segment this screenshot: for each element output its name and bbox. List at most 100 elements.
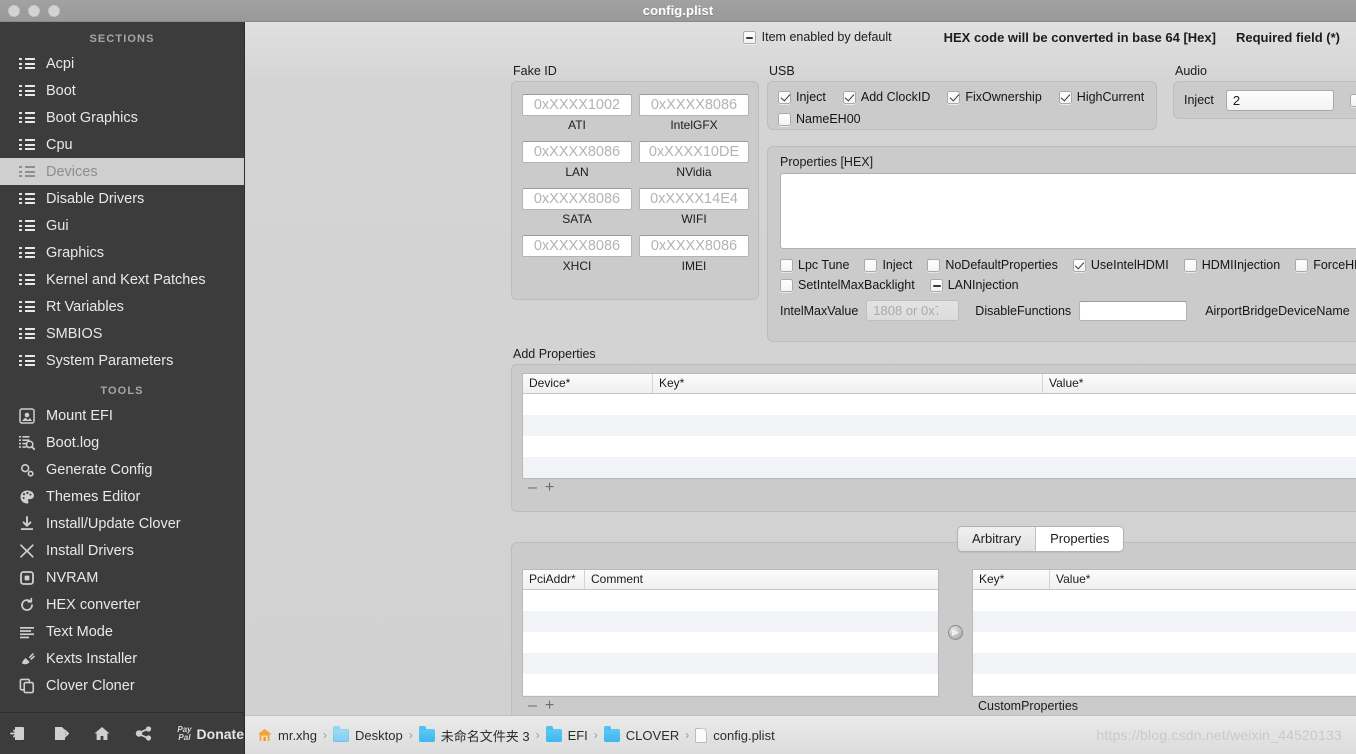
list-icon	[18, 83, 36, 99]
fake-id-input-lan[interactable]	[522, 141, 632, 163]
add-properties-table[interactable]: Device*Key*Value*DisabledValue Type	[522, 373, 1356, 479]
bottom-tabs[interactable]: Arbitrary Properties	[957, 526, 1125, 552]
sidebar-item-devices[interactable]: Devices	[0, 158, 244, 185]
add-properties-column-header[interactable]: Key*	[653, 374, 1043, 393]
add-properties-column-header[interactable]: Device*	[523, 374, 653, 393]
sidebar-item-cpu[interactable]: Cpu	[0, 131, 244, 158]
sidebar-item-smbios[interactable]: SMBIOS	[0, 320, 244, 347]
pci-table[interactable]: PciAddr* Comment	[522, 569, 939, 697]
pci-table-body[interactable]	[523, 590, 938, 696]
breadcrumb-item-0[interactable]: mr.xhg	[257, 728, 317, 743]
fake-id-input-ati[interactable]	[522, 94, 632, 116]
pci-remove-button[interactable]: –	[528, 698, 537, 714]
add-properties-add-button[interactable]: +	[545, 480, 554, 496]
table-row[interactable]	[523, 415, 1356, 436]
table-row[interactable]	[523, 632, 938, 653]
tab-arbitrary[interactable]: Arbitrary	[958, 527, 1035, 551]
custom-properties-table[interactable]: Key*Value*DisabledValue Type	[972, 569, 1356, 697]
pci-column-header[interactable]: PciAddr*	[523, 570, 585, 589]
usb-checkbox-highcurrent[interactable]: HighCurrent	[1058, 90, 1144, 104]
pci-add-button[interactable]: +	[545, 698, 554, 714]
pci-column-header[interactable]: Comment	[585, 570, 938, 589]
intel-max-value-select[interactable]: 1808 or 0x710	[866, 300, 960, 321]
properties-checkbox-useintelhdmi[interactable]: UseIntelHDMI	[1072, 258, 1169, 272]
export-icon[interactable]	[47, 719, 74, 749]
table-row[interactable]	[523, 611, 938, 632]
breadcrumb-item-4[interactable]: CLOVER	[603, 725, 679, 743]
breadcrumb-item-5[interactable]: config.plist	[695, 727, 775, 743]
breadcrumb-item-3[interactable]: EFI	[545, 725, 588, 743]
usb-checkbox-fixownership[interactable]: FixOwnership	[947, 90, 1042, 104]
sidebar-item-gui[interactable]: Gui	[0, 212, 244, 239]
table-row[interactable]	[973, 674, 1356, 695]
usb-checkbox-nameeh00[interactable]: NameEH00	[778, 112, 861, 126]
transfer-button-wrap[interactable]: ▶	[939, 569, 972, 640]
sidebar-item-system-parameters[interactable]: System Parameters	[0, 347, 244, 374]
add-properties-remove-button[interactable]: –	[528, 480, 537, 496]
fake-id-input-wifi[interactable]	[639, 188, 749, 210]
add-properties-column-header[interactable]: Value*	[1043, 374, 1356, 393]
tool-item-boot-log[interactable]: Boot.log	[0, 429, 244, 456]
import-icon[interactable]	[6, 719, 33, 749]
tab-properties[interactable]: Properties	[1035, 527, 1124, 551]
tool-item-mount-efi[interactable]: Mount EFI	[0, 402, 244, 429]
fake-id-input-imei[interactable]	[639, 235, 749, 257]
tool-item-install-drivers[interactable]: Install Drivers	[0, 537, 244, 564]
properties-checkbox-forcehpet[interactable]: ForceHPET	[1295, 258, 1356, 272]
table-row[interactable]	[523, 674, 938, 695]
table-row[interactable]	[523, 590, 938, 611]
arrow-right-circle-icon[interactable]: ▶	[948, 625, 963, 640]
custom-properties-column-header[interactable]: Value*	[1050, 570, 1356, 589]
sidebar-item-rt-variables[interactable]: Rt Variables	[0, 293, 244, 320]
sidebar-item-graphics[interactable]: Graphics	[0, 239, 244, 266]
add-properties-table-body[interactable]	[523, 394, 1356, 478]
tool-item-install-update-clover[interactable]: Install/Update Clover	[0, 510, 244, 537]
properties-checkbox-inject[interactable]: Inject	[864, 258, 912, 272]
table-row[interactable]	[973, 590, 1356, 611]
sidebar-item-boot[interactable]: Boot	[0, 77, 244, 104]
sidebar-item-acpi[interactable]: Acpi	[0, 50, 244, 77]
fake-id-input-xhci[interactable]	[522, 235, 632, 257]
table-row[interactable]	[523, 653, 938, 674]
table-row[interactable]	[973, 632, 1356, 653]
audio-inject-select-wrap[interactable]: NoDetect123	[1225, 89, 1334, 111]
fake-id-input-intelgfx[interactable]	[639, 94, 749, 116]
table-row[interactable]	[973, 611, 1356, 632]
audio-inject-select[interactable]: NoDetect123	[1225, 89, 1334, 111]
audio-checkbox-afglowpowerstate[interactable]: AFGLowPowerState	[1349, 93, 1356, 107]
tool-item-themes-editor[interactable]: Themes Editor	[0, 483, 244, 510]
sidebar-item-boot-graphics[interactable]: Boot Graphics	[0, 104, 244, 131]
share-icon[interactable]	[130, 719, 157, 749]
table-row[interactable]	[523, 394, 1356, 415]
table-row[interactable]	[973, 653, 1356, 674]
intel-max-value-select-wrap[interactable]: 1808 or 0x710	[866, 300, 960, 321]
breadcrumb-item-1[interactable]: Desktop	[333, 725, 403, 743]
properties-checkbox-hdmiinjection[interactable]: HDMIInjection	[1183, 258, 1280, 272]
watermark: https://blog.csdn.net/weixin_44520133	[1096, 727, 1342, 743]
tool-item-kexts-installer[interactable]: Kexts Installer	[0, 645, 244, 672]
usb-checkbox-add-clockid[interactable]: Add ClockID	[842, 90, 930, 104]
fake-id-input-sata[interactable]	[522, 188, 632, 210]
breadcrumb-item-2[interactable]: 未命名文件夹 3	[418, 725, 530, 745]
tool-item-nvram[interactable]: NVRAM	[0, 564, 244, 591]
properties-checkbox-laninjection[interactable]: LANInjection	[929, 278, 1019, 292]
tool-item-clover-cloner[interactable]: Clover Cloner	[0, 672, 244, 699]
home-icon[interactable]	[89, 719, 116, 749]
disable-functions-input[interactable]	[1079, 300, 1188, 321]
donate-button[interactable]: Pay Pal Donate	[177, 725, 244, 742]
properties-checkbox-lpc-tune[interactable]: Lpc Tune	[780, 258, 849, 272]
table-row[interactable]	[523, 436, 1356, 457]
tool-item-text-mode[interactable]: Text Mode	[0, 618, 244, 645]
properties-checkbox-setintelmaxbacklight[interactable]: SetIntelMaxBacklight	[780, 278, 915, 292]
properties-hex-textarea[interactable]	[780, 173, 1356, 249]
usb-checkbox-inject[interactable]: Inject	[778, 90, 826, 104]
sidebar-item-disable-drivers[interactable]: Disable Drivers	[0, 185, 244, 212]
properties-checkbox-nodefaultproperties[interactable]: NoDefaultProperties	[927, 258, 1058, 272]
custom-properties-column-header[interactable]: Key*	[973, 570, 1050, 589]
fake-id-input-nvidia[interactable]	[639, 141, 749, 163]
tool-item-hex-converter[interactable]: HEX converter	[0, 591, 244, 618]
tool-item-generate-config[interactable]: Generate Config	[0, 456, 244, 483]
sidebar-item-kernel-and-kext-patches[interactable]: Kernel and Kext Patches	[0, 266, 244, 293]
custom-properties-table-body[interactable]	[973, 590, 1356, 696]
table-row[interactable]	[523, 457, 1356, 478]
